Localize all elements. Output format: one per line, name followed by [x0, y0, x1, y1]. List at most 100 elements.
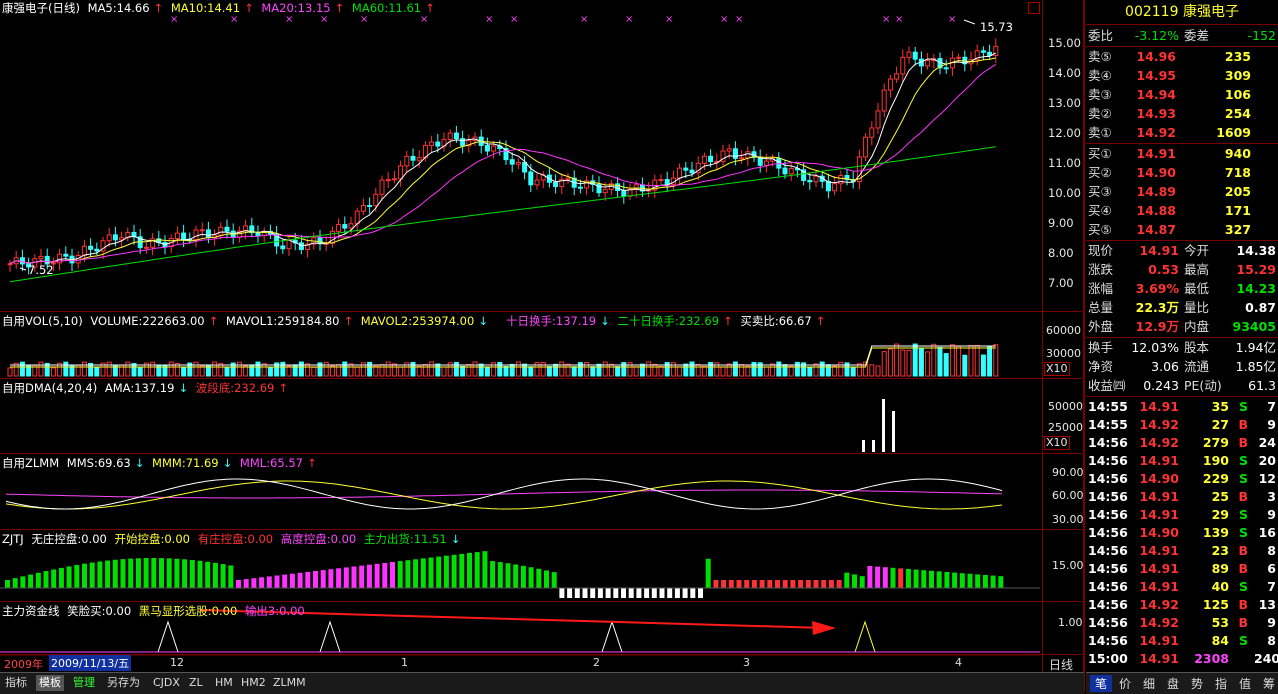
- candle-body: [19, 257, 25, 265]
- volume-bar: [838, 361, 844, 377]
- tick-volume: 23: [1211, 543, 1229, 558]
- bottom-tab[interactable]: 模板: [36, 675, 64, 691]
- vol-header-2: 十日换手:137.19 ↓ 二十日换手:232.69 ↑ 买卖比:66.67 ↑: [506, 313, 829, 329]
- right-tab[interactable]: 细: [1138, 675, 1160, 692]
- kline-chart[interactable]: × × × × × × × × × × × × × × × ×: [0, 0, 1042, 672]
- bottom-tab[interactable]: HM2: [238, 675, 269, 691]
- volume-bar: [925, 351, 931, 377]
- stat2-value: 12.03%: [1131, 340, 1179, 355]
- bid-price: 14.88: [1136, 203, 1176, 218]
- signal-mark: ×: [948, 14, 956, 25]
- volume-bar: [298, 361, 304, 377]
- price-tick: 8.00: [1048, 246, 1074, 260]
- zjtj-bar: [166, 558, 172, 588]
- volume-bar: [869, 364, 875, 377]
- tick-row: 14:56 14.92 53 B 9: [1086, 614, 1278, 632]
- zjtj-bar: [28, 574, 34, 588]
- bid-price: 14.87: [1136, 222, 1176, 237]
- right-tab[interactable]: 盘: [1162, 675, 1184, 692]
- volume-bar: [453, 361, 459, 377]
- bottom-tab[interactable]: 管理: [70, 675, 98, 691]
- tick-count: 16: [1258, 525, 1276, 540]
- price-tick: 12.00: [1048, 126, 1081, 140]
- zlzj-header: 主力资金线 笑脸买:0.00 黑马显形选股:0.00 输出3:0.00: [2, 603, 309, 619]
- volume-bar: [559, 361, 565, 377]
- volume-bar: [367, 361, 373, 377]
- stat-label: 外盘: [1088, 319, 1114, 334]
- zjtj-bar: [374, 563, 380, 588]
- tick-price: 14.92: [1139, 435, 1179, 450]
- volume-bar: [441, 366, 447, 377]
- tick-side: B: [1238, 561, 1248, 576]
- candle-body: [435, 141, 441, 147]
- bottom-tab[interactable]: CJDX: [150, 675, 183, 691]
- right-tab[interactable]: 值: [1234, 675, 1256, 692]
- signal-mark: ×: [895, 14, 903, 25]
- tick-price: 14.92: [1139, 417, 1179, 432]
- stat-value: 0.87: [1245, 300, 1276, 315]
- zjtj-b: 开始控盘:0.00: [114, 532, 190, 546]
- zjtj-bar: [66, 566, 72, 588]
- candle-body: [869, 127, 875, 138]
- ask-price: 14.94: [1136, 87, 1176, 102]
- candle-body: [701, 155, 707, 164]
- zjtj-bar: [51, 569, 57, 588]
- vol-axis-top: 60000: [1046, 324, 1081, 337]
- zjtj-bar: [828, 580, 834, 588]
- ama-arrow: ↓: [178, 381, 189, 395]
- chart-area[interactable]: × × × × × × × × × × × × × × × ×: [0, 0, 1042, 672]
- volume-bar: [212, 361, 218, 377]
- stat2-value: 1.85亿: [1235, 359, 1276, 374]
- stat-value: 12.9万: [1135, 319, 1179, 334]
- bottom-tab[interactable]: HM: [212, 675, 236, 691]
- zjtj-axis: 15.00: [1052, 559, 1084, 572]
- stat2-value: 61.3: [1248, 378, 1276, 393]
- right-tab[interactable]: 势: [1186, 675, 1208, 692]
- high-label: 15.73: [980, 20, 1013, 34]
- zjtj-bar: [713, 580, 719, 588]
- zjtj-bar: [905, 569, 911, 588]
- expand-icon[interactable]: [1028, 2, 1040, 14]
- weibi-label: 委比: [1088, 28, 1114, 43]
- candle-body: [112, 234, 118, 241]
- volume-bar: [106, 361, 112, 377]
- volume-bar: [168, 361, 174, 377]
- price-header: 康强电子(日线) MA5:14.66 ↑ MA10:14.41 ↑ MA20:13.…: [2, 0, 439, 16]
- bottom-tab[interactable]: ZL: [186, 675, 206, 691]
- tick-row: 14:56 14.91 89 B 6: [1086, 560, 1278, 578]
- x-date: 2009/11/13/五: [49, 655, 132, 671]
- candle-body: [726, 148, 732, 152]
- zjtj-bar: [143, 558, 149, 588]
- candle-body: [484, 144, 490, 152]
- zlzj-signal: [319, 620, 341, 653]
- volume-bar: [181, 367, 187, 377]
- zjtj-bar: [343, 567, 349, 588]
- zjtj-bar: [105, 560, 111, 588]
- bottom-tab[interactable]: 另存为: [104, 675, 143, 691]
- period-label[interactable]: 日线: [1049, 656, 1073, 673]
- right-tab[interactable]: 指: [1210, 675, 1232, 692]
- right-tab[interactable]: 筹: [1258, 675, 1278, 692]
- bottom-tab[interactable]: ZLMM: [270, 675, 309, 691]
- candle-body: [81, 245, 87, 257]
- signal-mark: ×: [625, 14, 633, 25]
- volume-bar: [50, 367, 56, 377]
- zjtj-bar: [775, 580, 780, 588]
- volume-bar: [652, 363, 658, 377]
- candle-body: [813, 175, 819, 183]
- volume-bar: [193, 361, 199, 377]
- right-tab[interactable]: 价: [1114, 675, 1136, 692]
- volume-bar: [900, 349, 906, 377]
- zjtj-bar: [243, 579, 249, 588]
- zjtj-bar: [751, 580, 757, 588]
- ma-line: [9, 63, 997, 265]
- bottom-tab[interactable]: 指标: [2, 675, 30, 691]
- right-tab[interactable]: 笔: [1090, 675, 1112, 692]
- volume-bar: [745, 365, 751, 377]
- zlzj-c: 输出3:0.00: [244, 604, 305, 618]
- volume-bar: [336, 364, 342, 377]
- volume-bar: [813, 363, 819, 377]
- volume-bar: [528, 366, 534, 377]
- zlmm-axis-60: 60.00: [1052, 489, 1084, 502]
- stat-label: 最低: [1184, 281, 1210, 296]
